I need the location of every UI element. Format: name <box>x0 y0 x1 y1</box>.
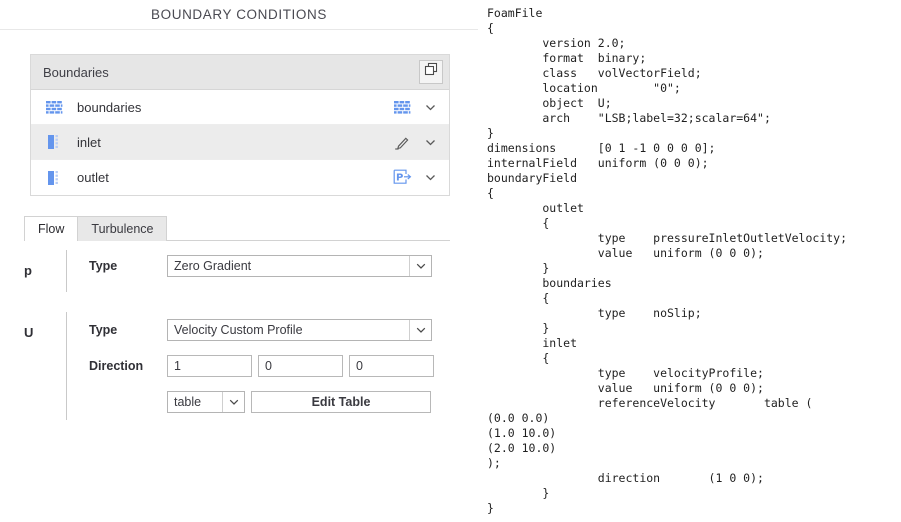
tab-turbulence[interactable]: Turbulence <box>77 216 168 241</box>
inlet-patch-icon <box>43 169 65 187</box>
variable-label-u: U <box>24 325 34 340</box>
boundary-conditions-app: BOUNDARY CONDITIONS Boundaries boundarie… <box>0 0 901 522</box>
pressure-outlet-icon[interactable]: P <box>391 168 413 188</box>
page-title: BOUNDARY CONDITIONS <box>151 7 327 22</box>
boundaries-header-label: Boundaries <box>43 64 109 80</box>
edit-table-button[interactable]: Edit Table <box>251 391 431 413</box>
u-direction-label: Direction <box>89 359 144 373</box>
copy-icon <box>424 62 439 82</box>
boundary-row-inlet[interactable]: inlet <box>31 125 449 160</box>
direction-inputs <box>167 355 434 377</box>
boundary-type-brick-wall-icon[interactable] <box>391 97 413 117</box>
direction-x-input[interactable] <box>167 355 252 377</box>
tab-flow[interactable]: Flow <box>24 216 79 241</box>
form-spacer <box>24 292 454 312</box>
openfoam-dict-code: FoamFile { version 2.0; format binary; c… <box>487 6 848 515</box>
boundary-row-boundaries[interactable]: boundaries <box>31 90 449 125</box>
chevron-down-icon <box>409 256 431 276</box>
boundaries-card-header: Boundaries <box>31 55 449 90</box>
field-group-p: p Type Zero Gradient <box>24 250 454 292</box>
profile-mode-select[interactable]: table <box>167 391 245 413</box>
left-settings-panel: BOUNDARY CONDITIONS Boundaries boundarie… <box>0 0 479 522</box>
boundary-condition-form: p Type Zero Gradient U Type Velocity Cus… <box>24 250 454 420</box>
p-type-select[interactable]: Zero Gradient <box>167 255 432 277</box>
field-group-u: U Type Velocity Custom Profile Direction… <box>24 312 454 420</box>
openfoam-dict-preview-panel[interactable]: FoamFile { version 2.0; format binary; c… <box>480 0 901 522</box>
boundary-row-label: inlet <box>77 134 101 150</box>
chevron-down-icon <box>222 392 244 412</box>
u-type-label: Type <box>89 323 118 337</box>
u-type-select[interactable]: Velocity Custom Profile <box>167 319 432 341</box>
boundary-row-outlet[interactable]: outlet P <box>31 160 449 195</box>
chevron-down-icon[interactable] <box>421 169 439 187</box>
inlet-patch-icon <box>43 133 65 151</box>
brick-wall-icon <box>43 98 65 116</box>
boundary-row-label: outlet <box>77 170 109 185</box>
boundaries-card: Boundaries boundaries inlet outlet P <box>30 54 450 196</box>
duplicate-button[interactable] <box>419 60 443 84</box>
svg-text:P: P <box>396 172 403 183</box>
chevron-down-icon[interactable] <box>421 98 439 116</box>
tab-bar: Flow Turbulence <box>24 216 450 241</box>
boundary-row-label: boundaries <box>77 99 142 115</box>
pencil-icon[interactable] <box>391 132 413 152</box>
variable-label-p: p <box>24 263 32 278</box>
profile-mode-select-value: table <box>174 395 202 409</box>
chevron-down-icon[interactable] <box>421 133 439 151</box>
p-type-label: Type <box>89 259 118 273</box>
chevron-down-icon <box>409 320 431 340</box>
p-type-select-value: Zero Gradient <box>174 259 252 273</box>
direction-z-input[interactable] <box>349 355 434 377</box>
direction-y-input[interactable] <box>258 355 343 377</box>
panel-title-bar: BOUNDARY CONDITIONS <box>0 0 478 30</box>
u-type-select-value: Velocity Custom Profile <box>174 323 303 337</box>
